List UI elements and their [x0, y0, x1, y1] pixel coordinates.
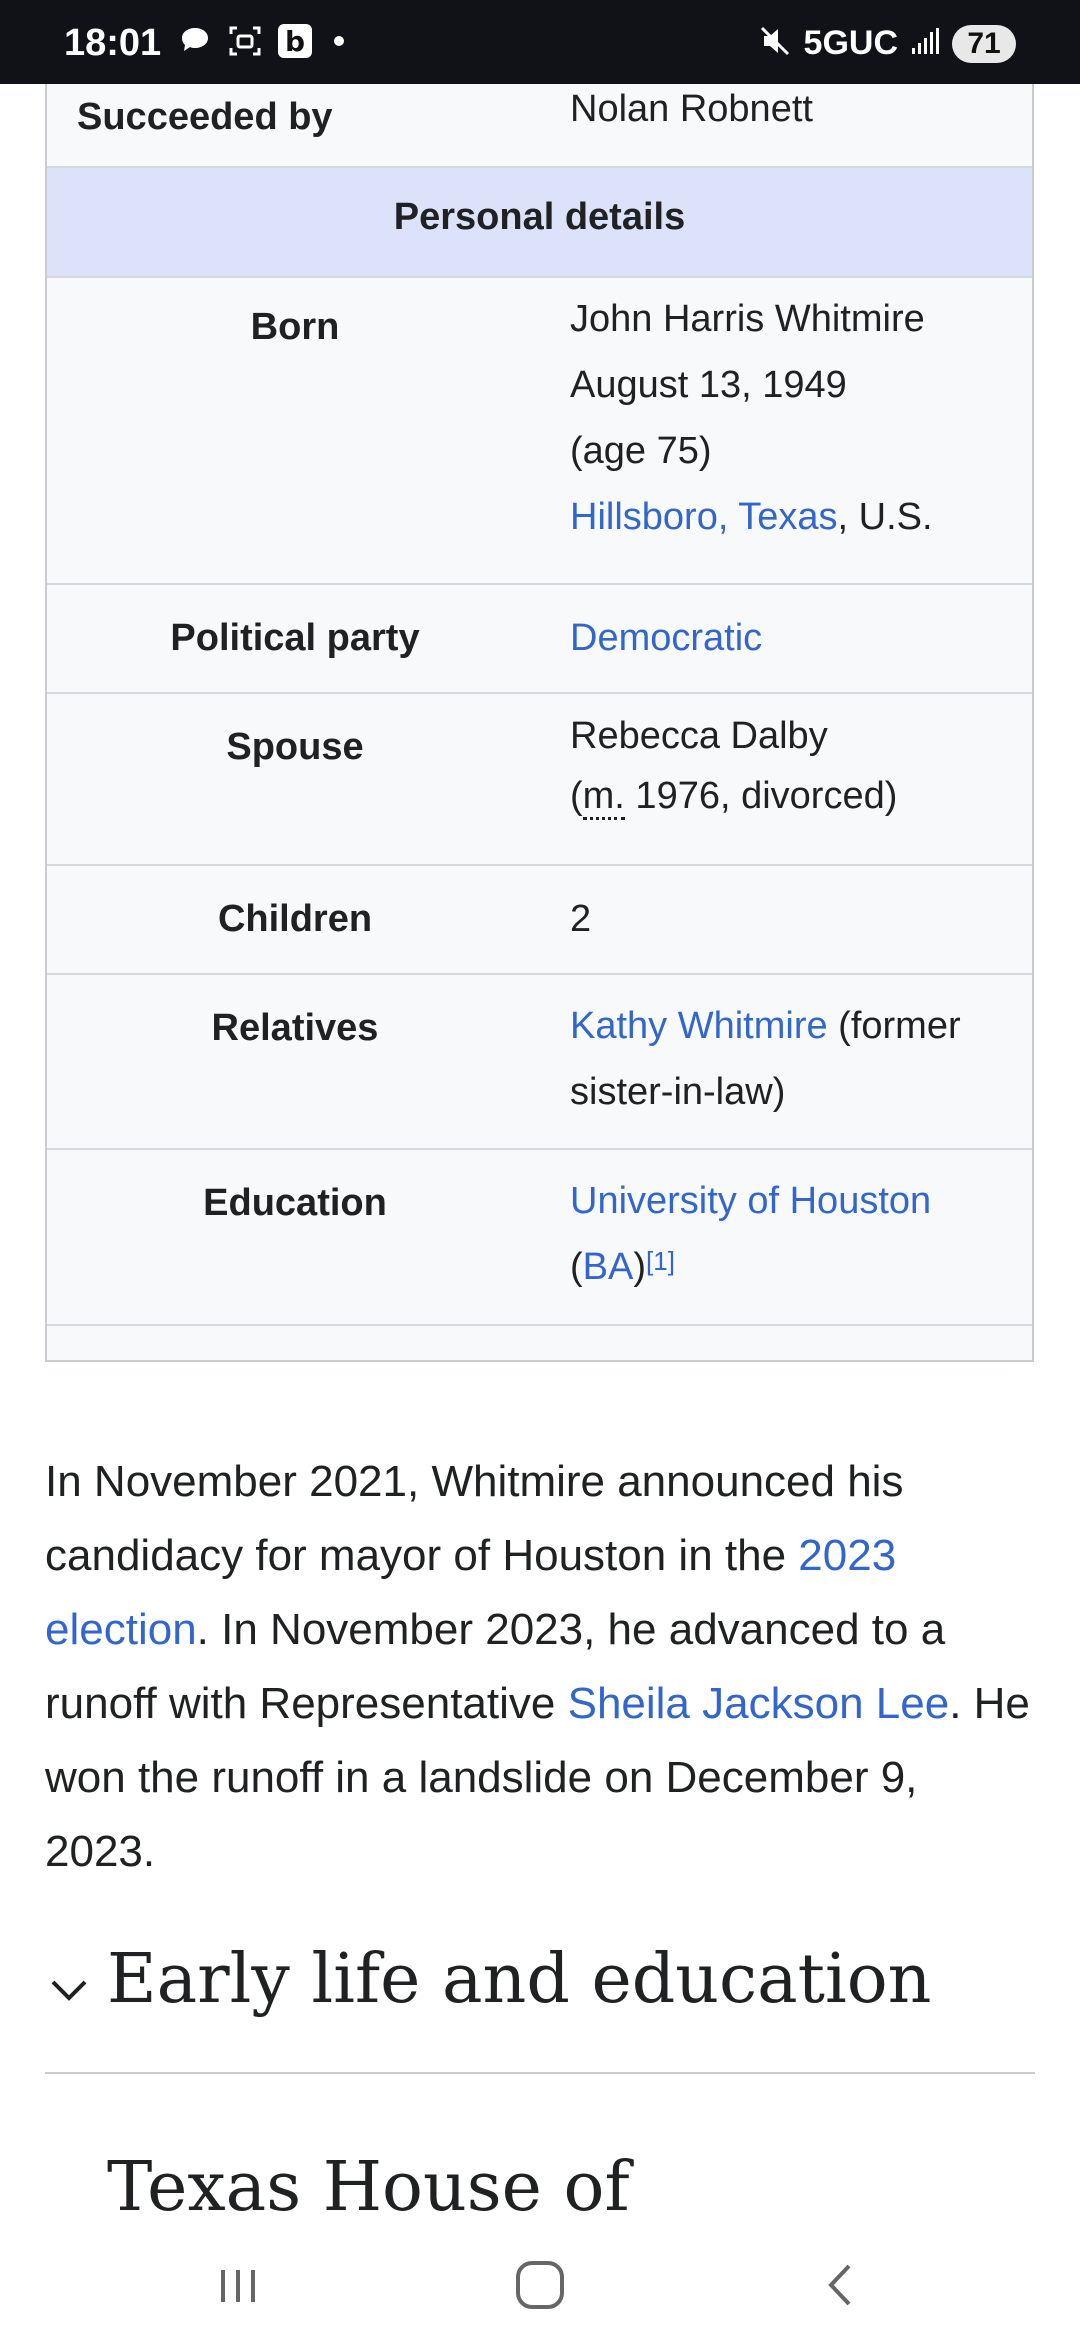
born-place-suffix: , U.S.: [837, 496, 933, 538]
relatives-line2: sister-in-law): [570, 1071, 786, 1113]
democratic-link[interactable]: Democratic: [570, 605, 762, 671]
university-of-houston-link[interactable]: University of Houston: [570, 1168, 931, 1234]
spouse-open-paren: (: [570, 775, 583, 817]
children-row: Children 2: [47, 866, 1032, 975]
kathy-whitmire-link[interactable]: Kathy Whitmire: [570, 1005, 828, 1047]
recents-icon[interactable]: [203, 2250, 273, 2320]
section-early-life[interactable]: Early life and education: [45, 1940, 1035, 2050]
reference-1-link[interactable]: [1]: [646, 1246, 675, 1276]
infobox: Succeeded by Nolan Robnett Personal deta…: [45, 60, 1034, 1362]
education-open-paren: (: [570, 1246, 583, 1288]
spouse-years: 1976, divorced): [624, 775, 898, 817]
relatives-value: Kathy Whitmire (former sister-in-law): [570, 993, 961, 1125]
children-label: Children: [217, 898, 373, 940]
status-time: 18:01: [64, 22, 162, 64]
succeeded-by-value: Nolan Robnett: [570, 88, 813, 130]
section-divider: [45, 2072, 1035, 2074]
married-abbr[interactable]: m.: [582, 775, 625, 820]
born-value: John Harris Whitmire August 13, 1949 (ag…: [570, 286, 933, 550]
born-place: Hillsboro, Texas, U.S.: [570, 484, 933, 550]
status-bar: 18:01 b 5GUC 71: [0, 0, 1080, 84]
chevron-down-icon: [51, 1980, 87, 2001]
section-early-life-title: Early life and education: [107, 1940, 932, 2019]
signal-icon: [910, 26, 940, 61]
section-texas-house[interactable]: Texas House of: [45, 2140, 1035, 2220]
spouse-label: Spouse: [226, 726, 364, 768]
section-texas-house-title: Texas House of: [107, 2148, 630, 2220]
children-value: 2: [570, 898, 592, 940]
spouse-row: Spouse Rebecca Dalby (m. 1976, divorced): [47, 694, 1032, 866]
para-text-1: In November 2021, Whitmire announced his…: [45, 1457, 904, 1580]
status-right: 5GUC 71: [758, 24, 1016, 63]
screenshot-icon: [228, 24, 262, 58]
back-icon[interactable]: [807, 2250, 877, 2320]
spouse-value: Rebecca Dalby (m. 1976, divorced): [570, 706, 897, 826]
education-value: University of Houston (BA)[1]: [570, 1168, 931, 1300]
b-app-icon: b: [278, 24, 312, 58]
relatives-row: Relatives Kathy Whitmire (former sister-…: [47, 975, 1032, 1150]
born-age: (age 75): [570, 430, 712, 472]
relatives-suffix: (former: [827, 1005, 961, 1047]
spouse-detail: (m. 1976, divorced): [570, 766, 897, 826]
network-type: 5GUC: [803, 24, 898, 62]
personal-details-header: Personal details: [47, 168, 1032, 278]
ba-link[interactable]: BA: [583, 1246, 634, 1288]
born-label: Born: [250, 306, 340, 348]
dot-icon: [334, 36, 344, 46]
notification-icons: b: [178, 24, 344, 58]
born-name: John Harris Whitmire: [570, 298, 925, 340]
mute-icon: [758, 24, 792, 63]
system-nav-bar: [0, 2220, 1080, 2340]
succeeded-by-label: Succeeded by: [77, 96, 333, 138]
home-icon[interactable]: [505, 2250, 575, 2320]
party-row: Political party Democratic: [47, 585, 1032, 694]
education-close-paren: ): [633, 1246, 647, 1288]
hillsboro-link[interactable]: Hillsboro, Texas: [570, 496, 838, 538]
relatives-label: Relatives: [211, 1007, 379, 1049]
party-label: Political party: [170, 617, 420, 659]
education-row: Education University of Houston (BA)[1]: [47, 1150, 1032, 1326]
born-row: Born John Harris Whitmire August 13, 194…: [47, 278, 1032, 585]
battery-indicator: 71: [952, 24, 1016, 63]
born-date: August 13, 1949: [570, 364, 847, 406]
body-paragraph: In November 2021, Whitmire announced his…: [45, 1445, 1035, 1889]
chat-bubble-icon: [178, 24, 212, 58]
personal-details-title: Personal details: [393, 196, 686, 238]
sheila-jackson-lee-link[interactable]: Sheila Jackson Lee: [568, 1679, 950, 1728]
spouse-name: Rebecca Dalby: [570, 715, 828, 757]
education-label: Education: [203, 1182, 387, 1224]
